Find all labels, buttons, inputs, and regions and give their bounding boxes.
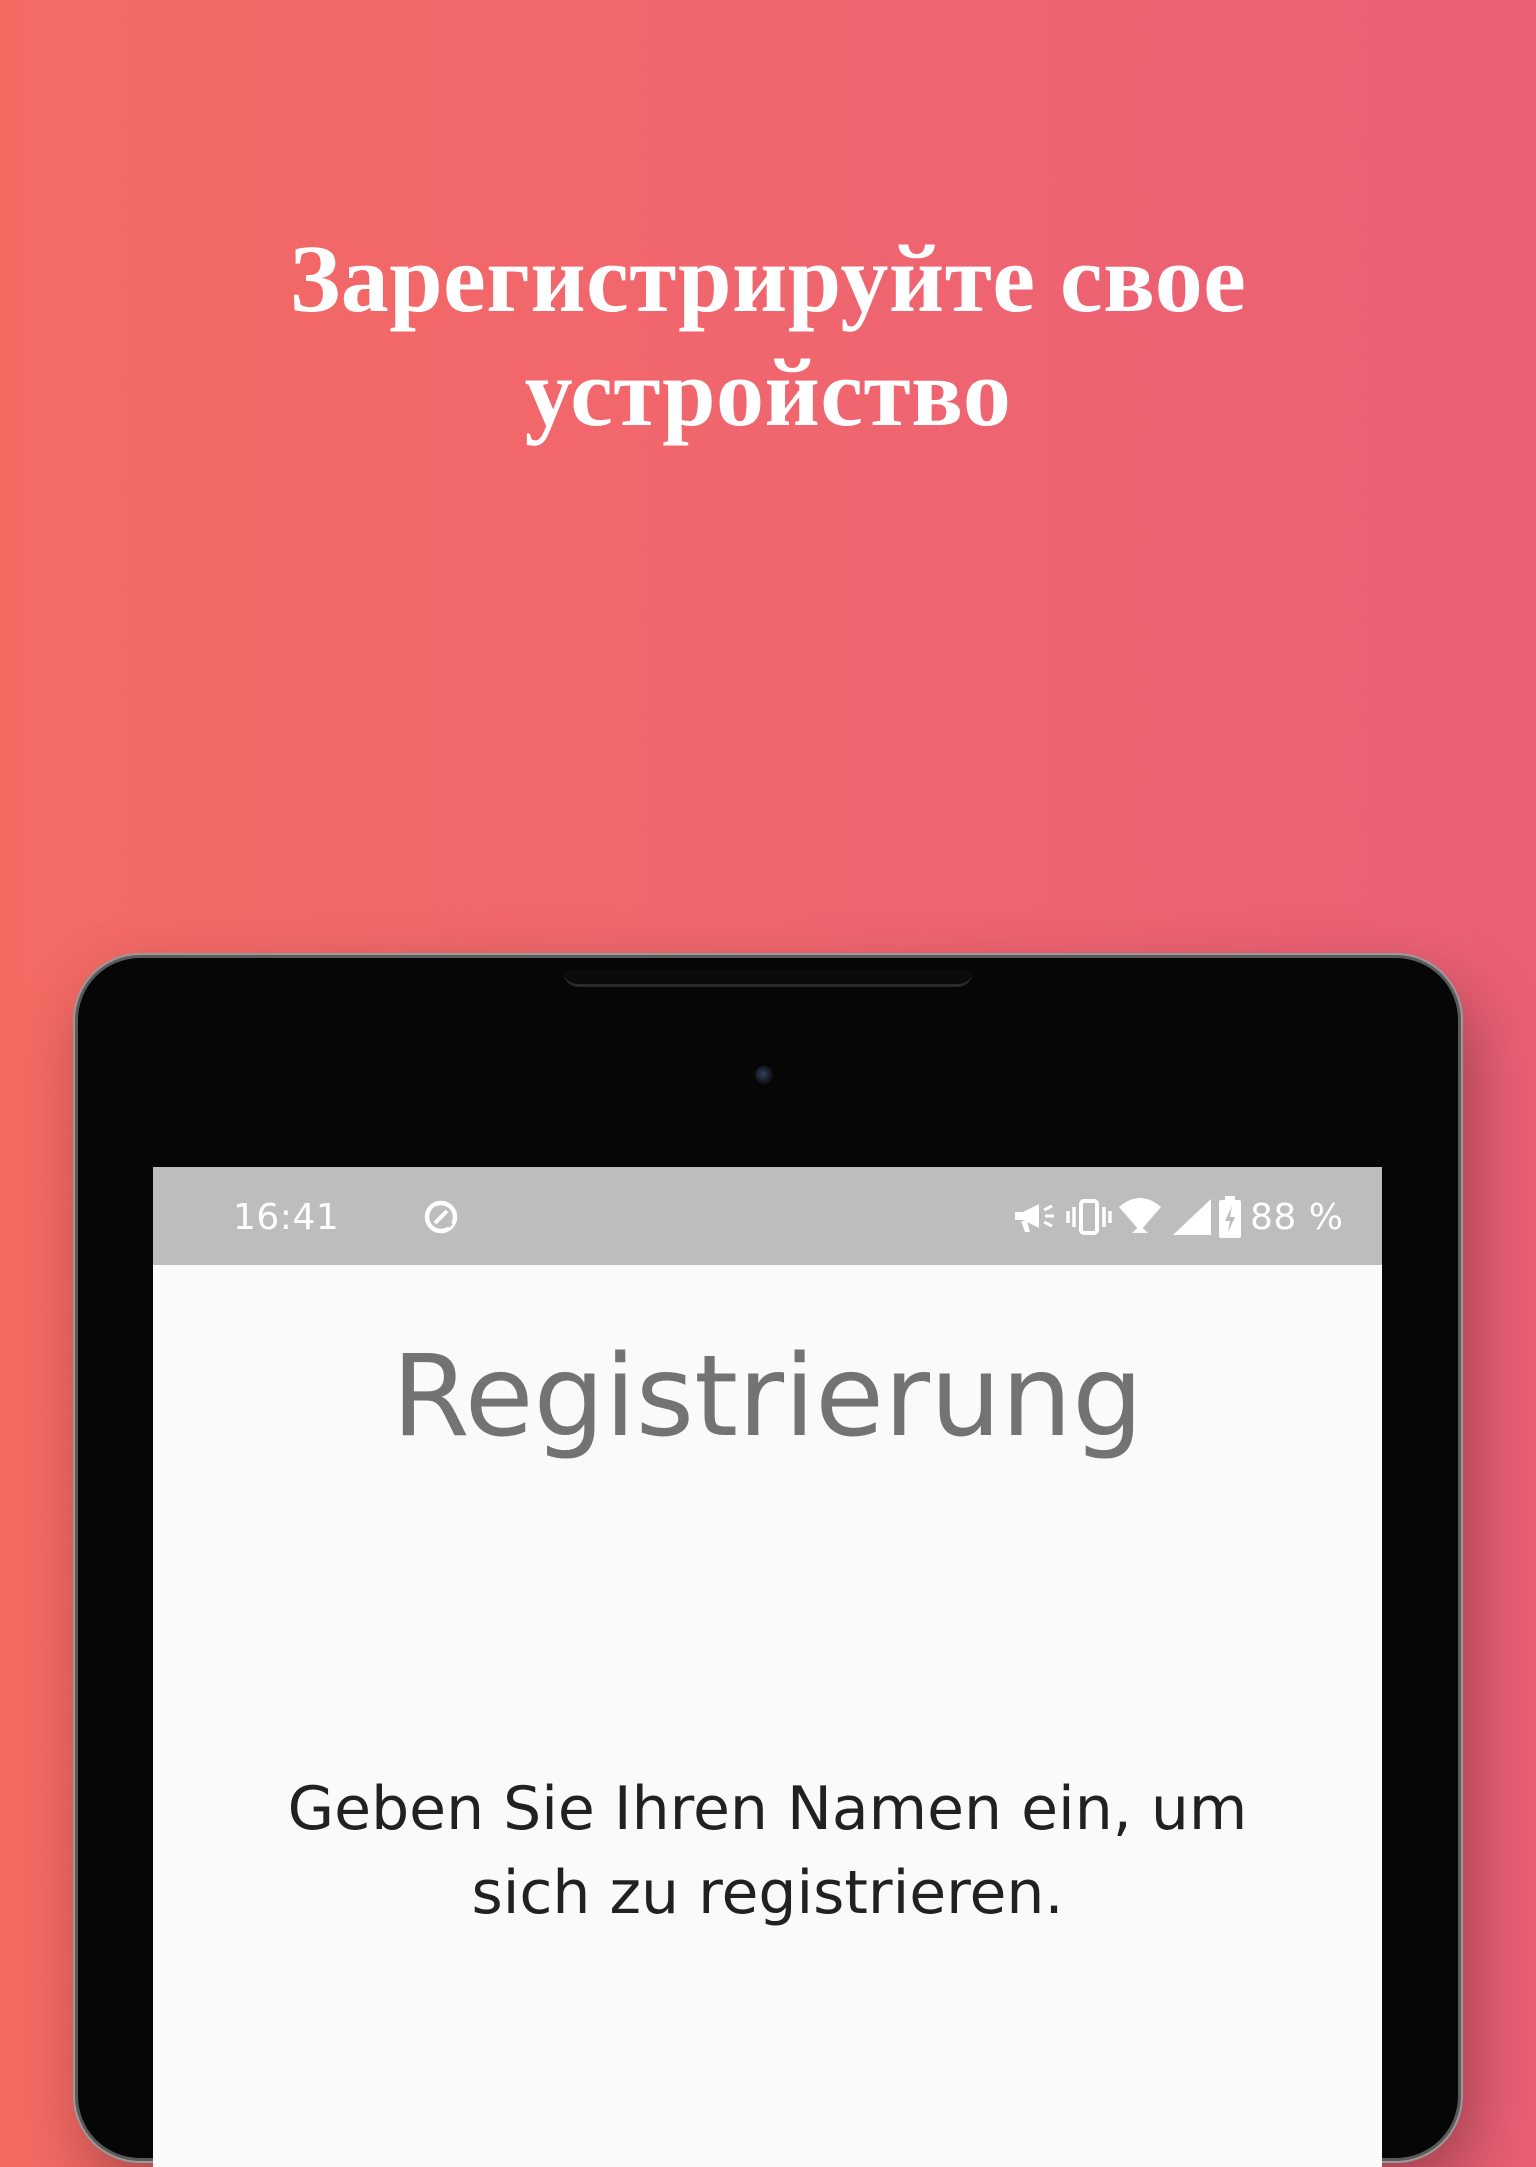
data-saver-icon (424, 1200, 458, 1234)
page-title: Registrierung (391, 1332, 1144, 1462)
wifi-icon (1119, 1198, 1161, 1233)
battery-percentage: 88 % (1250, 1197, 1344, 1238)
tablet-frame: 16:41 88 % Registrierung Geben Sie Ihren… (78, 958, 1458, 2167)
status-bar: 16:41 88 % (153, 1167, 1382, 1265)
promo-headline-line2: устройство (524, 339, 1012, 446)
promo-headline-line1: Зарегистрируйте свое (289, 225, 1247, 332)
promo-headline: Зарегистрируйте свое устройство (0, 222, 1536, 450)
registration-instruction: Geben Sie Ihren Namen ein, um sich zu re… (287, 1774, 1248, 1928)
megaphone-icon (1015, 1204, 1054, 1232)
front-camera (755, 1066, 773, 1084)
cellular-signal-icon (1173, 1199, 1211, 1235)
vibrate-icon (1066, 1199, 1112, 1235)
status-time: 16:41 (233, 1197, 340, 1238)
tablet-screen: 16:41 88 % Registrierung Geben Sie Ihren… (153, 1167, 1382, 2167)
tablet-notch (564, 970, 972, 987)
battery-charging-icon (1219, 1196, 1241, 1238)
